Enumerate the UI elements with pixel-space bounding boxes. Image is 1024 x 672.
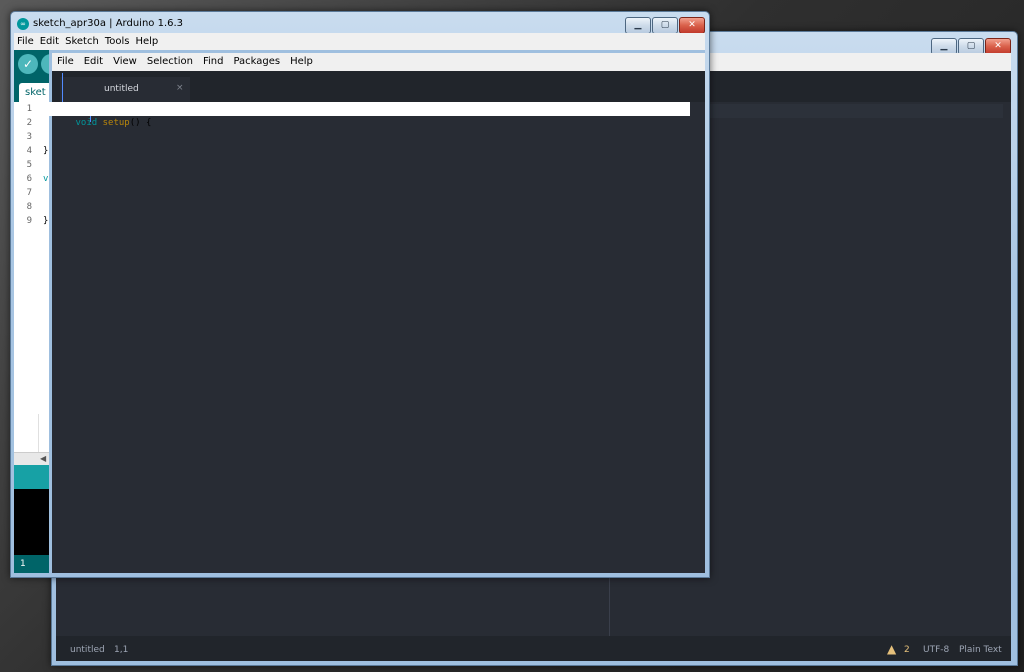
atom-overlay-menu-file[interactable]: File (52, 53, 79, 71)
arduino-maximize-button[interactable]: ▢ (652, 17, 678, 34)
atom-overlay-menu-edit[interactable]: Edit (79, 53, 108, 71)
current-line-code: void setup() { (43, 102, 152, 144)
status-cursor-position[interactable]: 1,1 (114, 645, 128, 655)
arduino-menu-edit[interactable]: Edit (37, 33, 62, 51)
atom-overlay-workspace: untitled × (52, 71, 705, 573)
arduino-menu-help[interactable]: Help (132, 33, 161, 51)
atom-overlay-menu-packages[interactable]: Packages (228, 53, 285, 71)
atom-overlay-menubar: File Edit View Selection Find Packages H… (52, 53, 705, 71)
arduino-sketch-tab-label: sket (25, 87, 46, 98)
window-title: sketch_apr30a | Arduino 1.6.3 (33, 18, 184, 29)
atom-overlay-menu-selection[interactable]: Selection (142, 53, 198, 71)
arduino-menu-sketch[interactable]: Sketch (62, 33, 102, 51)
current-line-number: 1 (26, 104, 32, 114)
atom-overlay-menu-view[interactable]: View (108, 53, 142, 71)
arduino-close-button[interactable]: ✕ (679, 17, 705, 34)
line-number: 5 (26, 160, 32, 170)
code-brace-9: } (43, 216, 49, 226)
status-grammar[interactable]: Plain Text (959, 645, 1002, 655)
arduino-visible-gutter: 2 3 4 5 6 7 8 9 } v } (14, 116, 49, 414)
line-number: 3 (26, 132, 32, 142)
arduino-window: ∞ sketch_apr30a | Arduino 1.6.3 ▁ ▢ ✕ Fi… (10, 11, 710, 578)
line-number: 6 (26, 174, 32, 184)
code-void-6: v (43, 174, 49, 184)
arduino-menu-tools[interactable]: Tools (102, 33, 133, 51)
verify-button[interactable]: ✓ (18, 54, 38, 74)
atom-overlay-tab-label: untitled (104, 84, 139, 94)
current-line-keyword: void (75, 118, 98, 128)
atom-overlay-menu-help[interactable]: Help (285, 53, 318, 71)
status-warning-count[interactable]: 2 (904, 645, 910, 655)
atom-status-bar: untitled 1,1 ▲ 2 UTF-8 Plain Text (56, 636, 1011, 661)
arduino-current-line: 1 void setup() { (14, 102, 690, 128)
arduino-logo-icon: ∞ (17, 18, 29, 30)
status-file-name[interactable]: untitled (70, 645, 105, 655)
line-number: 2 (26, 118, 32, 128)
scroll-left-icon[interactable]: ◀ (40, 454, 46, 463)
line-number: 4 (26, 146, 32, 156)
atom-overlay-tab-untitled[interactable]: untitled × (60, 77, 190, 102)
line-number: 7 (26, 188, 32, 198)
line-number: 9 (26, 216, 32, 226)
warning-icon[interactable]: ▲ (887, 642, 896, 656)
atom-overlay-editor[interactable] (60, 102, 705, 573)
code-brace-4: } (43, 146, 49, 156)
status-encoding[interactable]: UTF-8 (923, 645, 949, 655)
atom-overlay-left-guide (62, 73, 63, 103)
atom-overlay-tab-close-icon[interactable]: × (176, 83, 184, 93)
current-line-function: setup (102, 118, 130, 128)
current-line-rest: () { (129, 118, 152, 128)
line-number: 8 (26, 202, 32, 212)
atom-overlay-menu-find[interactable]: Find (198, 53, 229, 71)
arduino-minimize-button[interactable]: ▁ (625, 17, 651, 34)
arduino-menu-file[interactable]: File (14, 33, 37, 51)
arduino-menubar: File Edit Sketch Tools Help (14, 33, 705, 50)
arduino-line-indicator: 1 (20, 559, 26, 569)
atom-overlay-tab-bar: untitled × (52, 71, 705, 102)
